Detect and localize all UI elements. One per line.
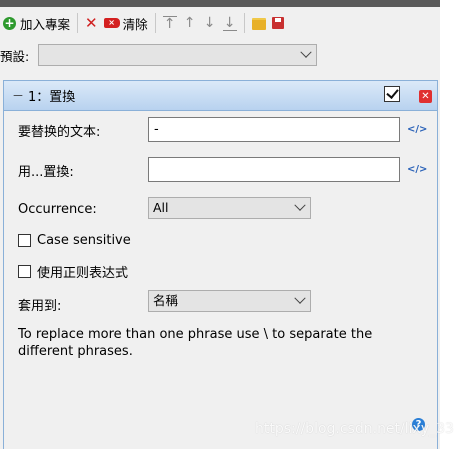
replace-text-field[interactable]	[148, 157, 400, 182]
preset-label: 預設:	[0, 48, 30, 64]
toolbar-separator	[77, 13, 79, 33]
move-down-icon: ↓	[203, 15, 216, 31]
clear-button[interactable]: × 清除	[101, 12, 151, 34]
open-button[interactable]	[249, 12, 269, 34]
apply-to-dropdown[interactable]: 名稱	[148, 290, 311, 312]
move-top-button[interactable]: ↑	[160, 12, 180, 34]
checkbox-box[interactable]	[18, 265, 31, 278]
find-label: 要替换的文本:	[18, 125, 101, 140]
code-insert-icon[interactable]: </>	[407, 124, 427, 135]
move-down-button[interactable]: ↓	[200, 12, 220, 34]
find-text-field[interactable]: -	[148, 117, 400, 142]
code-insert-icon[interactable]: </>	[407, 164, 427, 175]
move-bottom-button[interactable]: ↓	[220, 12, 240, 34]
remove-step-icon[interactable]: ✕	[419, 90, 432, 103]
use-regex-checkbox[interactable]: 使用正则表达式	[18, 262, 128, 281]
chevron-down-icon	[294, 292, 306, 304]
use-regex-label: 使用正则表达式	[37, 266, 129, 281]
occurrence-dropdown[interactable]: All	[148, 197, 311, 219]
save-button[interactable]	[269, 12, 287, 34]
case-sensitive-checkbox[interactable]: Case sensitive	[18, 233, 131, 248]
clear-label: 清除	[122, 16, 148, 32]
add-icon: +	[3, 15, 16, 30]
apply-to-value: 名稱	[153, 293, 179, 308]
add-to-project-button[interactable]: + 加入專案	[0, 12, 73, 34]
enable-step-checkbox[interactable]	[384, 86, 400, 102]
move-top-icon: ↑	[162, 15, 177, 32]
window-titlebar	[0, 0, 440, 7]
preset-row: 預設:	[0, 43, 317, 67]
chevron-down-icon	[294, 199, 306, 211]
delete-button[interactable]: ✕	[82, 12, 101, 34]
occurrence-label: Occurrence:	[18, 202, 97, 217]
folder-icon	[251, 18, 266, 30]
chevron-down-icon	[300, 46, 312, 58]
right-margin	[440, 0, 459, 449]
toolbar-separator	[154, 13, 156, 33]
watermark: https://blog.csdn.net/lixy_33	[255, 421, 454, 437]
delete-icon: ✕	[85, 14, 98, 32]
panel-header[interactable]: － 1：置換 ✕	[4, 81, 437, 111]
checkbox-box[interactable]	[18, 234, 31, 247]
panel-title: 1：置換	[28, 90, 76, 105]
replace-step-panel: － 1：置換 ✕ 要替换的文本: - </> 用...置換: </> Occur…	[3, 80, 438, 449]
move-bottom-icon: ↓	[222, 14, 237, 31]
occurrence-value: All	[153, 200, 169, 215]
case-sensitive-label: Case sensitive	[37, 233, 131, 248]
add-to-project-label: 加入專案	[20, 16, 71, 32]
collapse-icon[interactable]: －	[12, 87, 24, 104]
clear-icon: ×	[103, 18, 120, 28]
move-up-button[interactable]: ↑	[180, 12, 200, 34]
toolbar: + 加入專案 ✕ × 清除 ↑ ↑ ↓ ↓	[0, 11, 440, 35]
preset-dropdown[interactable]	[38, 44, 317, 66]
move-up-icon: ↑	[183, 15, 196, 31]
save-disk-icon	[271, 17, 284, 29]
apply-to-label: 套用到:	[18, 299, 62, 314]
toolbar-separator	[243, 13, 245, 33]
replace-label: 用...置換:	[18, 165, 74, 180]
hint-text: To replace more than one phrase use \ to…	[18, 327, 373, 359]
